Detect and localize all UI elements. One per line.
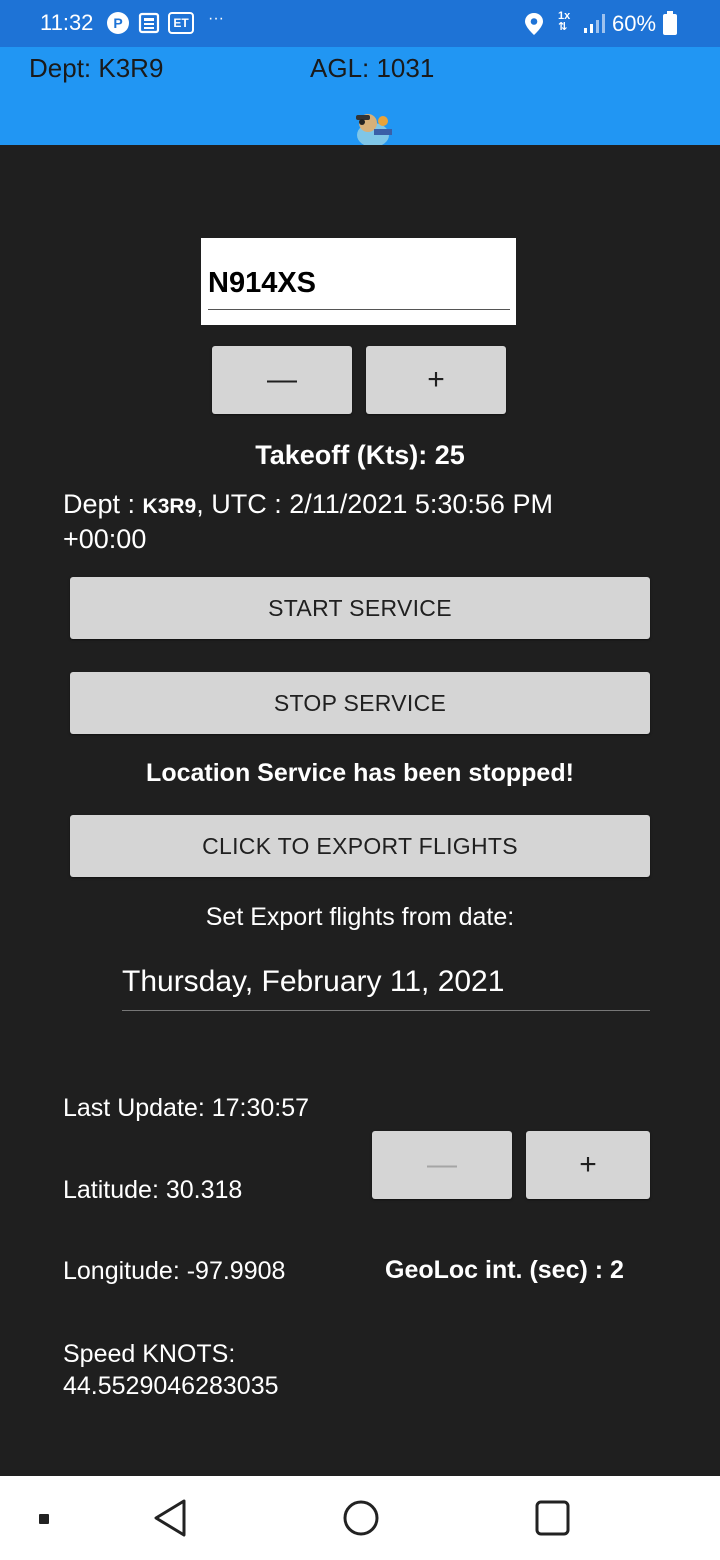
speed-knots: Speed KNOTS: 44.5529046283035	[63, 1338, 363, 1402]
recents-icon[interactable]	[38, 1512, 50, 1530]
export-date-label: Set Export flights from date:	[205, 903, 515, 931]
latitude-label: Latitude: 30.318	[63, 1176, 243, 1204]
data-speed-label: 1x	[558, 10, 571, 22]
start-service-button[interactable]: START SERVICE	[70, 577, 650, 639]
et-notification-icon: ET	[168, 12, 194, 34]
news-notification-icon	[138, 12, 160, 34]
takeoff-increase-button[interactable]: +	[366, 346, 506, 414]
navigation-bar	[0, 1476, 720, 1560]
back-icon[interactable]	[152, 1498, 188, 1543]
export-flights-button[interactable]: CLICK TO EXPORT FLIGHTS	[70, 815, 650, 877]
longitude-label: Longitude: -97.9908	[63, 1257, 286, 1285]
geoloc-increase-button[interactable]: +	[526, 1131, 650, 1199]
dept-code: K3R9	[142, 495, 197, 518]
data-speed-icon: 1x ⇅	[558, 10, 571, 33]
battery-percent: 60%	[612, 11, 657, 36]
header-agl: AGL: 1031	[310, 53, 435, 83]
geoloc-interval-label: GeoLoc int. (sec) : 2	[385, 1256, 624, 1284]
header-dept: Dept: K3R9	[29, 53, 164, 83]
speed-label: Speed KNOTS:	[63, 1340, 236, 1368]
more-notifications-icon: ···	[208, 10, 224, 27]
battery-icon	[663, 11, 677, 35]
pilot-avatar-icon	[348, 109, 398, 147]
dept-utc-line: Dept : K3R9, UTC : 2/11/2021 5:30:56 PM …	[63, 488, 663, 556]
home-icon[interactable]	[342, 1498, 380, 1543]
takeoff-speed-label: Takeoff (Kts): 25	[255, 440, 465, 470]
location-icon	[523, 12, 545, 35]
status-bar: 11:32 P ET ··· 1x ⇅ 60%	[0, 0, 720, 47]
geoloc-decrease-button[interactable]: —	[372, 1131, 512, 1199]
last-update-label: Last Update: 17:30:57	[63, 1094, 310, 1122]
status-time: 11:32	[40, 10, 94, 35]
tail-number-input[interactable]	[208, 258, 510, 310]
speed-value: 44.5529046283035	[63, 1372, 279, 1400]
overview-icon[interactable]	[534, 1498, 572, 1543]
utc-time: , UTC : 2/11/2021 5:30:56 PM	[196, 489, 553, 519]
stop-service-button[interactable]: STOP SERVICE	[70, 672, 650, 734]
export-date-picker[interactable]: Thursday, February 11, 2021	[122, 965, 650, 1011]
signal-icon	[583, 12, 605, 34]
tail-number-entry	[201, 238, 516, 325]
takeoff-decrease-button[interactable]: —	[212, 346, 352, 414]
p-notification-icon: P	[107, 12, 129, 34]
service-status-message: Location Service has been stopped!	[146, 759, 574, 787]
dept-prefix: Dept :	[63, 489, 143, 519]
utc-offset: +00:00	[63, 524, 147, 554]
app-header: Dept: K3R9 AGL: 1031	[0, 47, 720, 147]
